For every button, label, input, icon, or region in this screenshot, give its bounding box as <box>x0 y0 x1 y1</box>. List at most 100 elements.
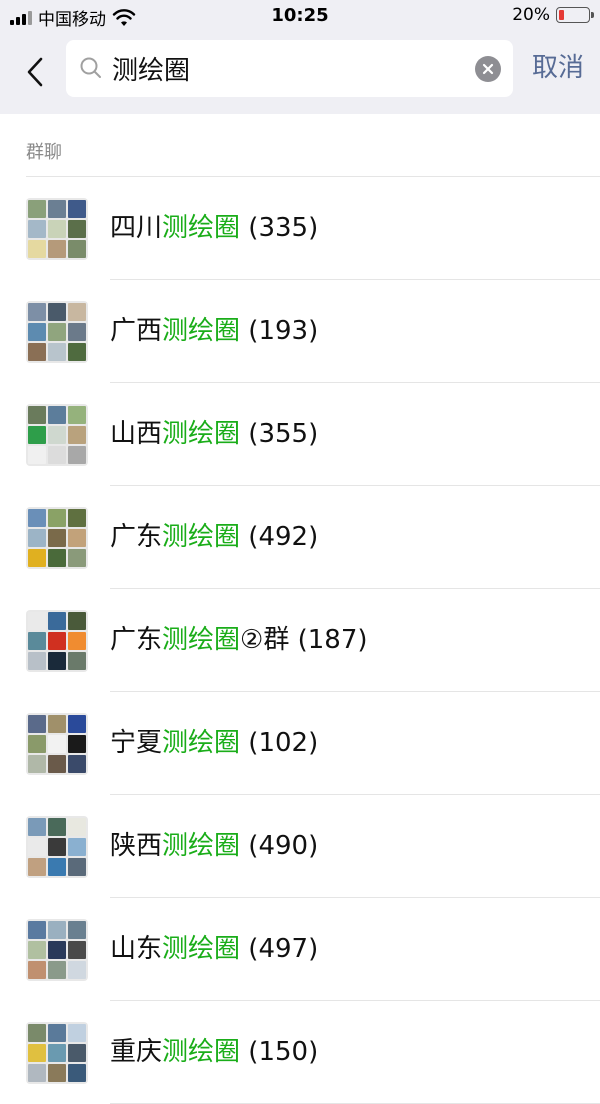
avatar-tile <box>48 652 66 670</box>
chevron-left-icon <box>27 57 43 87</box>
result-row[interactable]: 重庆测绘圈 (150) <box>0 1001 600 1104</box>
avatar-tile <box>28 303 46 321</box>
clear-icon <box>482 63 494 75</box>
avatar-tile <box>48 509 66 527</box>
result-row[interactable]: 四川测绘圈 (335) <box>0 177 600 280</box>
avatar-tile <box>48 858 66 876</box>
group-name-prefix: 重庆 <box>110 1037 163 1067</box>
avatar-tile <box>48 838 66 856</box>
group-name-prefix: 广西 <box>110 316 163 346</box>
avatar-tile <box>28 509 46 527</box>
avatar-tile <box>48 549 66 567</box>
group-avatar <box>26 919 88 981</box>
section-header: 群聊 <box>26 142 62 163</box>
result-row[interactable]: 广西测绘圈 (193) <box>0 280 600 383</box>
avatar-tile <box>28 818 46 836</box>
avatar-tile <box>48 406 66 424</box>
clear-button[interactable] <box>475 56 501 82</box>
back-button[interactable] <box>20 52 50 92</box>
avatar-tile <box>28 1044 46 1062</box>
avatar-tile <box>68 652 86 670</box>
avatar-tile <box>48 612 66 630</box>
search-bar: 取消 <box>0 34 600 114</box>
result-row[interactable]: 陕西测绘圈 (490) <box>0 795 600 898</box>
group-avatar <box>26 507 88 569</box>
result-row[interactable]: 宁夏测绘圈 (102) <box>0 692 600 795</box>
avatar-tile <box>28 426 46 444</box>
group-name-suffix: (490) <box>240 831 319 861</box>
avatar-tile <box>68 755 86 773</box>
group-name-match: 测绘圈 <box>162 522 241 552</box>
group-name-match: 测绘圈 <box>162 728 241 758</box>
group-name-prefix: 陕西 <box>110 831 163 861</box>
avatar-tile <box>48 323 66 341</box>
group-name-prefix: 四川 <box>110 213 163 243</box>
avatar-tile <box>48 1044 66 1062</box>
avatar-tile <box>68 509 86 527</box>
battery-percent: 20% <box>512 5 550 25</box>
avatar-tile <box>48 200 66 218</box>
clock: 10:25 <box>271 5 329 26</box>
result-row[interactable]: 山西测绘圈 (355) <box>0 383 600 486</box>
avatar-tile <box>28 529 46 547</box>
group-name-suffix: (150) <box>240 1037 319 1067</box>
avatar-tile <box>28 755 46 773</box>
group-name: 陕西测绘圈 (490) <box>110 795 318 898</box>
status-right: 20% <box>512 5 594 25</box>
avatar-tile <box>68 858 86 876</box>
group-name: 山东测绘圈 (497) <box>110 898 318 1001</box>
result-row[interactable]: 广东测绘圈②群 (187) <box>0 589 600 692</box>
result-row[interactable]: 广东测绘圈 (492) <box>0 486 600 589</box>
avatar-tile <box>48 818 66 836</box>
search-icon <box>80 57 101 78</box>
avatar-tile <box>48 303 66 321</box>
group-avatar <box>26 301 88 363</box>
group-name-suffix: (355) <box>240 419 319 449</box>
avatar-tile <box>28 323 46 341</box>
avatar-tile <box>28 941 46 959</box>
group-name-prefix: 广东 <box>110 522 163 552</box>
group-name-prefix: 广东 <box>110 625 163 655</box>
group-name: 四川测绘圈 (335) <box>110 177 318 280</box>
group-name-match: 测绘圈 <box>162 934 241 964</box>
avatar-tile <box>28 220 46 238</box>
avatar-tile <box>28 240 46 258</box>
avatar-tile <box>28 838 46 856</box>
avatar-tile <box>28 343 46 361</box>
avatar-tile <box>48 715 66 733</box>
avatar-tile <box>28 632 46 650</box>
group-name: 宁夏测绘圈 (102) <box>110 692 318 795</box>
avatar-tile <box>68 1024 86 1042</box>
group-avatar <box>26 610 88 672</box>
group-name-suffix: (335) <box>240 213 319 243</box>
avatar-tile <box>68 343 86 361</box>
avatar-tile <box>28 858 46 876</box>
avatar-tile <box>28 446 46 464</box>
avatar-tile <box>68 941 86 959</box>
avatar-tile <box>68 921 86 939</box>
group-name: 广东测绘圈 (492) <box>110 486 318 589</box>
result-row[interactable]: 山东测绘圈 (497) <box>0 898 600 1001</box>
group-name-match: 测绘圈 <box>162 316 241 346</box>
group-name-suffix: (497) <box>240 934 319 964</box>
group-name-suffix: (102) <box>240 728 319 758</box>
group-name: 重庆测绘圈 (150) <box>110 1001 318 1104</box>
avatar-tile <box>48 1024 66 1042</box>
avatar-tile <box>68 818 86 836</box>
cancel-button[interactable]: 取消 <box>532 48 584 88</box>
avatar-tile <box>28 549 46 567</box>
group-avatar <box>26 198 88 260</box>
group-name-match: 测绘圈 <box>162 625 241 655</box>
avatar-tile <box>28 200 46 218</box>
group-avatar <box>26 713 88 775</box>
search-input[interactable] <box>112 40 463 97</box>
avatar-tile <box>68 612 86 630</box>
group-name-match: 测绘圈 <box>162 419 241 449</box>
group-avatar <box>26 1022 88 1084</box>
group-avatar <box>26 816 88 878</box>
search-box[interactable] <box>66 40 513 97</box>
avatar-tile <box>28 735 46 753</box>
avatar-tile <box>48 961 66 979</box>
avatar-tile <box>68 735 86 753</box>
group-name-match: 测绘圈 <box>162 831 241 861</box>
